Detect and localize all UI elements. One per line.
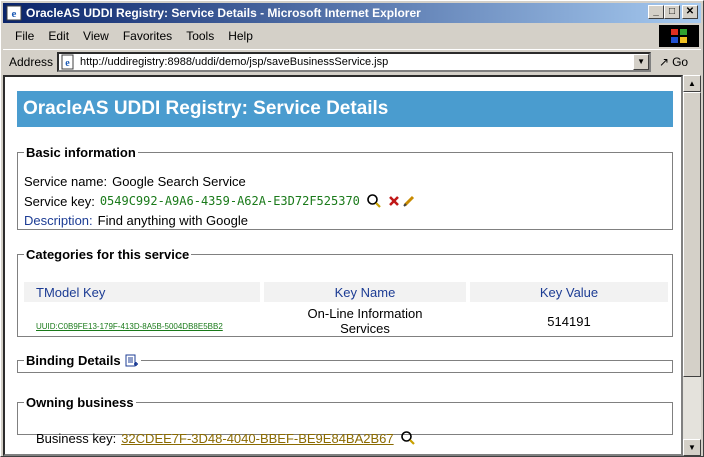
key-name-line: On-Line Information: [307, 306, 423, 321]
owning-business-legend: Owning business: [26, 395, 134, 410]
description-label: Description:: [24, 213, 93, 228]
menu-favorites[interactable]: Favorites: [116, 29, 179, 43]
menu-view[interactable]: View: [76, 29, 116, 43]
title-bar[interactable]: e OracleAS UDDI Registry: Service Detail…: [3, 3, 701, 23]
chevron-up-icon: ▲: [688, 79, 696, 88]
menu-bar: File Edit View Favorites Tools Help: [3, 25, 653, 47]
search-icon[interactable]: [366, 193, 382, 209]
page-viewport: OracleAS UDDI Registry: Service Details …: [3, 75, 683, 456]
service-key-row: Service key: 0549C992-A9A6-4359-A62A-E3D…: [24, 193, 416, 209]
service-name-label: Service name:: [24, 174, 108, 189]
description-row: Description: Find anything with Google: [24, 213, 248, 228]
service-name-value: Google Search Service: [112, 174, 246, 189]
search-icon[interactable]: [400, 430, 416, 446]
menu-tools[interactable]: Tools: [179, 29, 221, 43]
tmodel-key-link[interactable]: UUID:C0B9FE13-179F-413D-8A5B-5004DB8E5BB…: [36, 322, 223, 331]
menu-help[interactable]: Help: [221, 29, 260, 43]
service-key-value: 0549C992-A9A6-4359-A62A-E3D72F525370: [99, 194, 360, 208]
owning-business-section: Owning business Business key: 32CDEE7F-3…: [17, 395, 673, 446]
key-name-header: Key Name: [264, 282, 466, 302]
go-arrow-icon: ↗: [659, 54, 670, 69]
categories-legend: Categories for this service: [26, 247, 190, 262]
minimize-button[interactable]: _: [648, 5, 664, 19]
svg-text:e: e: [65, 58, 70, 69]
key-name-cell: On-Line Information Services: [264, 306, 466, 336]
edit-pencil-icon[interactable]: [402, 194, 416, 208]
window-controls: _ □ ✕: [648, 5, 698, 19]
add-binding-icon[interactable]: [125, 354, 139, 368]
vertical-scrollbar[interactable]: ▲ ▼: [683, 75, 701, 456]
basic-information-legend: Basic information: [26, 145, 136, 160]
service-key-label: Service key:: [24, 193, 95, 209]
svg-text:e: e: [12, 8, 17, 20]
binding-details-legend: Binding Details: [24, 353, 141, 368]
scroll-down-button[interactable]: ▼: [683, 439, 701, 456]
description-value: Find anything with Google: [97, 213, 248, 228]
key-value-header: Key Value: [470, 282, 668, 302]
binding-details-label: Binding Details: [26, 353, 121, 368]
address-input[interactable]: e http://uddiregistry:8988/uddi/demo/jsp…: [57, 51, 652, 72]
ie-icon: e: [6, 5, 22, 21]
address-bar: Address e http://uddiregistry:8988/uddi/…: [3, 49, 701, 73]
business-key-link[interactable]: 32CDEE7F-3D48-4040-BBEF-BE9E84BA2B67: [121, 431, 393, 446]
address-dropdown-button[interactable]: ▼: [633, 53, 650, 70]
service-name-row: Service name: Google Search Service: [24, 174, 246, 189]
windows-logo-icon: [659, 25, 699, 47]
page-title: OracleAS UDDI Registry: Service Details: [17, 91, 673, 127]
key-name-line: Services: [340, 321, 390, 336]
menu-edit[interactable]: Edit: [41, 29, 76, 43]
go-button[interactable]: ↗ Go: [659, 55, 688, 69]
delete-icon[interactable]: [388, 195, 400, 207]
address-label: Address: [9, 54, 54, 69]
binding-details-section: Binding Details: [17, 353, 673, 373]
go-label: Go: [672, 54, 689, 69]
scroll-thumb[interactable]: [683, 92, 701, 377]
maximize-button[interactable]: □: [664, 5, 680, 19]
basic-information-section: Basic information Service name: Google S…: [17, 145, 673, 230]
window-title: OracleAS UDDI Registry: Service Details …: [26, 6, 421, 20]
close-button[interactable]: ✕: [682, 5, 698, 19]
chevron-down-icon: ▼: [637, 57, 645, 66]
categories-section: Categories for this service TModel Key K…: [17, 247, 673, 337]
business-key-row: Business key: 32CDEE7F-3D48-4040-BBEF-BE…: [36, 430, 416, 446]
business-key-label: Business key:: [36, 430, 117, 446]
chevron-down-icon: ▼: [688, 443, 696, 452]
browser-window: e OracleAS UDDI Registry: Service Detail…: [0, 0, 704, 457]
page-icon: e: [61, 54, 74, 69]
address-url: http://uddiregistry:8988/uddi/demo/jsp/s…: [80, 55, 389, 68]
scroll-up-button[interactable]: ▲: [683, 75, 701, 92]
menu-file[interactable]: File: [3, 29, 41, 43]
windows-flag-icon: [671, 29, 687, 43]
key-value-cell: 514191: [547, 314, 591, 329]
tmodel-key-header: TModel Key: [24, 282, 260, 302]
